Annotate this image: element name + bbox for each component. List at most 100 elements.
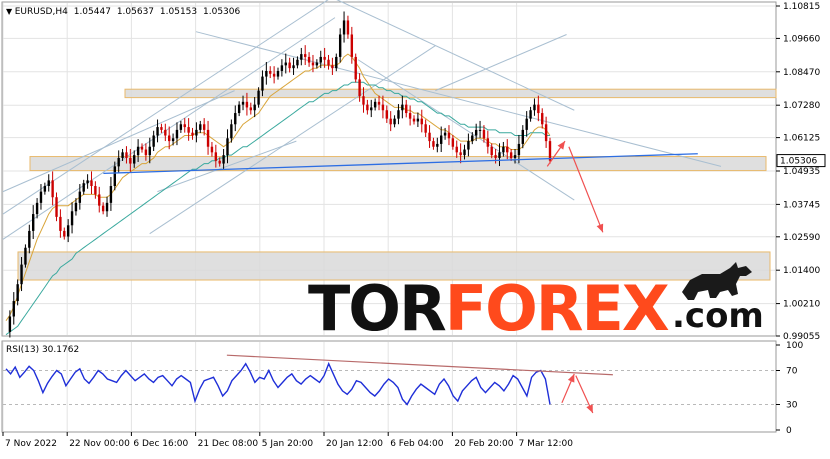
candle-body — [133, 155, 136, 164]
candle-body — [331, 65, 334, 69]
candle-body — [300, 54, 303, 60]
candle-body — [222, 155, 225, 164]
candle-body — [284, 62, 287, 66]
x-tick-label: 20 Jan 12:00 — [326, 439, 383, 449]
candle-body — [350, 34, 354, 57]
candle-body — [513, 155, 517, 158]
candle-body — [218, 160, 221, 164]
watermark-forex: FOREX — [445, 272, 669, 345]
rsi-y-tick-label: 70 — [786, 367, 798, 377]
candle-body — [280, 65, 284, 71]
candle-body — [323, 56, 326, 60]
candle-body — [506, 146, 509, 153]
ohlc-open: 1.05447 — [74, 7, 111, 17]
ohlc-low: 1.05153 — [160, 7, 197, 17]
candle-body — [237, 104, 241, 114]
candle-body — [482, 129, 486, 139]
candle-body — [276, 70, 280, 77]
candle-body — [307, 56, 311, 63]
candle-body — [405, 104, 408, 114]
candle-body — [509, 152, 513, 158]
candle-body — [47, 180, 50, 187]
candle-body — [191, 132, 194, 136]
candle-body — [20, 264, 23, 285]
candle-body — [272, 73, 276, 77]
candle-body — [362, 96, 365, 105]
rsi-y-tick-label: 100 — [786, 341, 803, 351]
candle-body — [377, 101, 381, 105]
chart-stage: TORFOREX .com 1.10815 1.09660 1.08470 1.072… — [0, 0, 830, 455]
candle-body — [245, 101, 249, 108]
candle-body — [82, 183, 85, 192]
candle-body — [373, 101, 377, 108]
x-tick-label: 6 Feb 04:00 — [390, 439, 444, 449]
candle-body — [105, 202, 109, 212]
candle-body — [144, 149, 148, 156]
candle-body — [366, 104, 369, 111]
candle-body — [210, 146, 214, 153]
candle-body — [338, 34, 342, 57]
candle-body — [257, 90, 260, 105]
y-tick-label: 1.01400 — [783, 266, 820, 276]
candle-body — [214, 152, 218, 161]
rsi-y-tick-label: 0 — [786, 426, 792, 436]
x-tick-label: 7 Nov 2022 — [5, 439, 57, 449]
candle-body — [478, 129, 482, 131]
candle-body — [74, 202, 78, 212]
candle-body — [121, 152, 124, 158]
x-tick-label: 6 Dec 16:00 — [133, 439, 188, 449]
candle-body — [342, 20, 346, 35]
candle-body — [474, 129, 478, 136]
x-tick-label: 7 Mar 12:00 — [519, 439, 574, 449]
candle-body — [389, 118, 392, 125]
candle-body — [265, 70, 268, 77]
candle-body — [78, 191, 82, 203]
rsi-title: RSI(13) 30.1762 — [6, 345, 79, 355]
candle-body — [393, 118, 396, 125]
candle-body — [424, 124, 427, 133]
y-tick-label: 1.06125 — [783, 134, 820, 144]
candle-body — [319, 56, 322, 63]
timeframe-label: H4 — [55, 7, 68, 17]
watermark-com: .com — [672, 296, 764, 336]
candle-body — [401, 104, 404, 111]
candle-body — [370, 107, 373, 111]
candle-body — [292, 65, 295, 69]
candle-body — [156, 127, 159, 136]
candle-body — [230, 124, 233, 139]
candle-body — [304, 54, 307, 57]
candle-body — [12, 301, 15, 317]
candle-body — [443, 132, 447, 136]
candle-body — [327, 59, 330, 66]
candle-body — [525, 118, 528, 130]
chart-header: ▼ EURUSD,H4 1.05447 1.05637 1.05153 1.05… — [6, 7, 240, 17]
candle-body — [494, 155, 497, 158]
candle-body — [51, 180, 54, 198]
candle-body — [412, 118, 416, 122]
candle-body — [335, 56, 338, 69]
candle-body — [261, 76, 264, 91]
candle-body — [55, 197, 58, 217]
y-tick-label: 1.02590 — [783, 233, 820, 243]
candle-body — [86, 180, 89, 184]
x-axis-ticks: 7 Nov 2022 22 Nov 00:00 6 Dec 16:00 21 Dec … — [2, 432, 574, 449]
y-tick-label: 1.09660 — [783, 34, 820, 44]
candle-body — [179, 124, 183, 130]
candle-body — [70, 211, 74, 226]
y-tick-label: 1.00210 — [783, 300, 820, 310]
chart-svg: TORFOREX .com 1.10815 1.09660 1.08470 1.072… — [1, 0, 826, 449]
candle-body — [315, 62, 319, 66]
candle-body — [358, 79, 361, 97]
candle-body — [202, 124, 206, 130]
candle-body — [416, 118, 420, 122]
current-price-label: 1.05306 — [780, 157, 817, 167]
candle-body — [241, 101, 245, 105]
rsi-plot-frame — [1, 340, 777, 433]
candle-body — [436, 143, 439, 147]
y-tick-label: 1.08470 — [783, 68, 820, 78]
candle-body — [498, 152, 501, 158]
candle-body — [28, 230, 31, 248]
candle-body — [537, 104, 540, 114]
candle-body — [234, 113, 237, 125]
y-axis-ticks: 1.10815 1.09660 1.08470 1.07280 1.06125 1.049… — [776, 2, 826, 342]
